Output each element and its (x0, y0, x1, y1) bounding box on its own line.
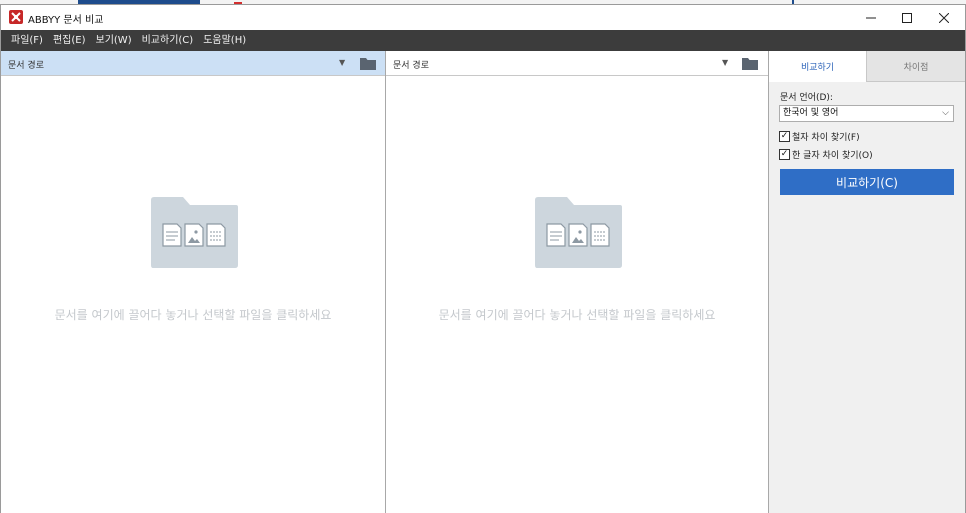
compare-button[interactable]: 비교하기(C) (780, 169, 954, 195)
left-drop-folder-illustration (151, 197, 238, 268)
chevron-down-icon: ⌵ (942, 108, 949, 118)
menu-edit[interactable]: 편집(E) (48, 30, 91, 51)
menu-file[interactable]: 파일(F) (6, 30, 48, 51)
spelling-differences-label: 철자 차이 찾기(F) (792, 133, 860, 143)
title-bar: ABBYY 문서 비교 (1, 5, 965, 30)
left-path-dropdown-icon[interactable]: ▼ (339, 58, 345, 67)
window-title: ABBYY 문서 비교 (28, 15, 104, 26)
menu-bar: 파일(F) 편집(E) 보기(W) 비교하기(C) 도움말(H) (1, 30, 965, 51)
document-language-value: 한국어 및 영어 (783, 108, 839, 118)
right-open-folder-icon[interactable] (742, 57, 758, 70)
left-document-pane[interactable]: 문서 경로 ▼ 문서를 여기에 끌어다 놓거나 선택할 파일을 클릭하세요 (1, 51, 386, 513)
tab-compare[interactable]: 비교하기 (769, 51, 867, 82)
minimize-icon (866, 17, 876, 18)
close-icon (939, 12, 949, 23)
single-char-differences-label: 한 글자 차이 찾기(O) (792, 151, 873, 161)
single-char-differences-option[interactable]: ✓ 한 글자 차이 찾기(O) (779, 148, 873, 161)
right-drop-hint: 문서를 여기에 끌어다 놓거나 선택할 파일을 클릭하세요 (438, 308, 716, 322)
panel-tabs: 비교하기 차이점 (769, 51, 965, 82)
menu-help[interactable]: 도움말(H) (198, 30, 251, 51)
right-path-bar[interactable]: 문서 경로 ▼ (386, 51, 768, 76)
single-char-differences-checkbox[interactable]: ✓ (779, 149, 790, 160)
tab-differences[interactable]: 차이점 (867, 51, 965, 82)
maximize-button[interactable] (889, 5, 925, 30)
app-window: ABBYY 문서 비교 파일(F) 편집(E) 보기(W) 비교하기(C) 도움… (0, 4, 966, 513)
document-language-select[interactable]: 한국어 및 영어 ⌵ (779, 105, 954, 122)
spelling-differences-option[interactable]: ✓ 철자 차이 찾기(F) (779, 130, 860, 143)
left-path-bar[interactable]: 문서 경로 ▼ (1, 51, 385, 76)
right-drop-folder-illustration (535, 197, 622, 268)
minimize-button[interactable] (853, 5, 889, 30)
right-document-pane[interactable]: 문서 경로 ▼ 문서를 여기에 끌어다 놓거나 선택할 파일을 클릭하세요 (386, 51, 769, 513)
menu-view[interactable]: 보기(W) (91, 30, 137, 51)
abbyy-logo-icon (9, 10, 23, 24)
compare-options-panel: 비교하기 차이점 문서 언어(D): 한국어 및 영어 ⌵ ✓ 철자 차이 찾기… (769, 51, 965, 513)
left-path-label: 문서 경로 (8, 61, 44, 71)
spelling-differences-checkbox[interactable]: ✓ (779, 131, 790, 142)
left-drop-hint: 문서를 여기에 끌어다 놓거나 선택할 파일을 클릭하세요 (54, 308, 332, 322)
menu-compare[interactable]: 비교하기(C) (137, 30, 199, 51)
right-path-dropdown-icon[interactable]: ▼ (722, 58, 728, 67)
document-language-label: 문서 언어(D): (780, 93, 833, 103)
left-open-folder-icon[interactable] (360, 57, 376, 70)
maximize-icon (902, 12, 912, 23)
close-button[interactable] (926, 5, 962, 30)
right-path-label: 문서 경로 (393, 61, 429, 71)
